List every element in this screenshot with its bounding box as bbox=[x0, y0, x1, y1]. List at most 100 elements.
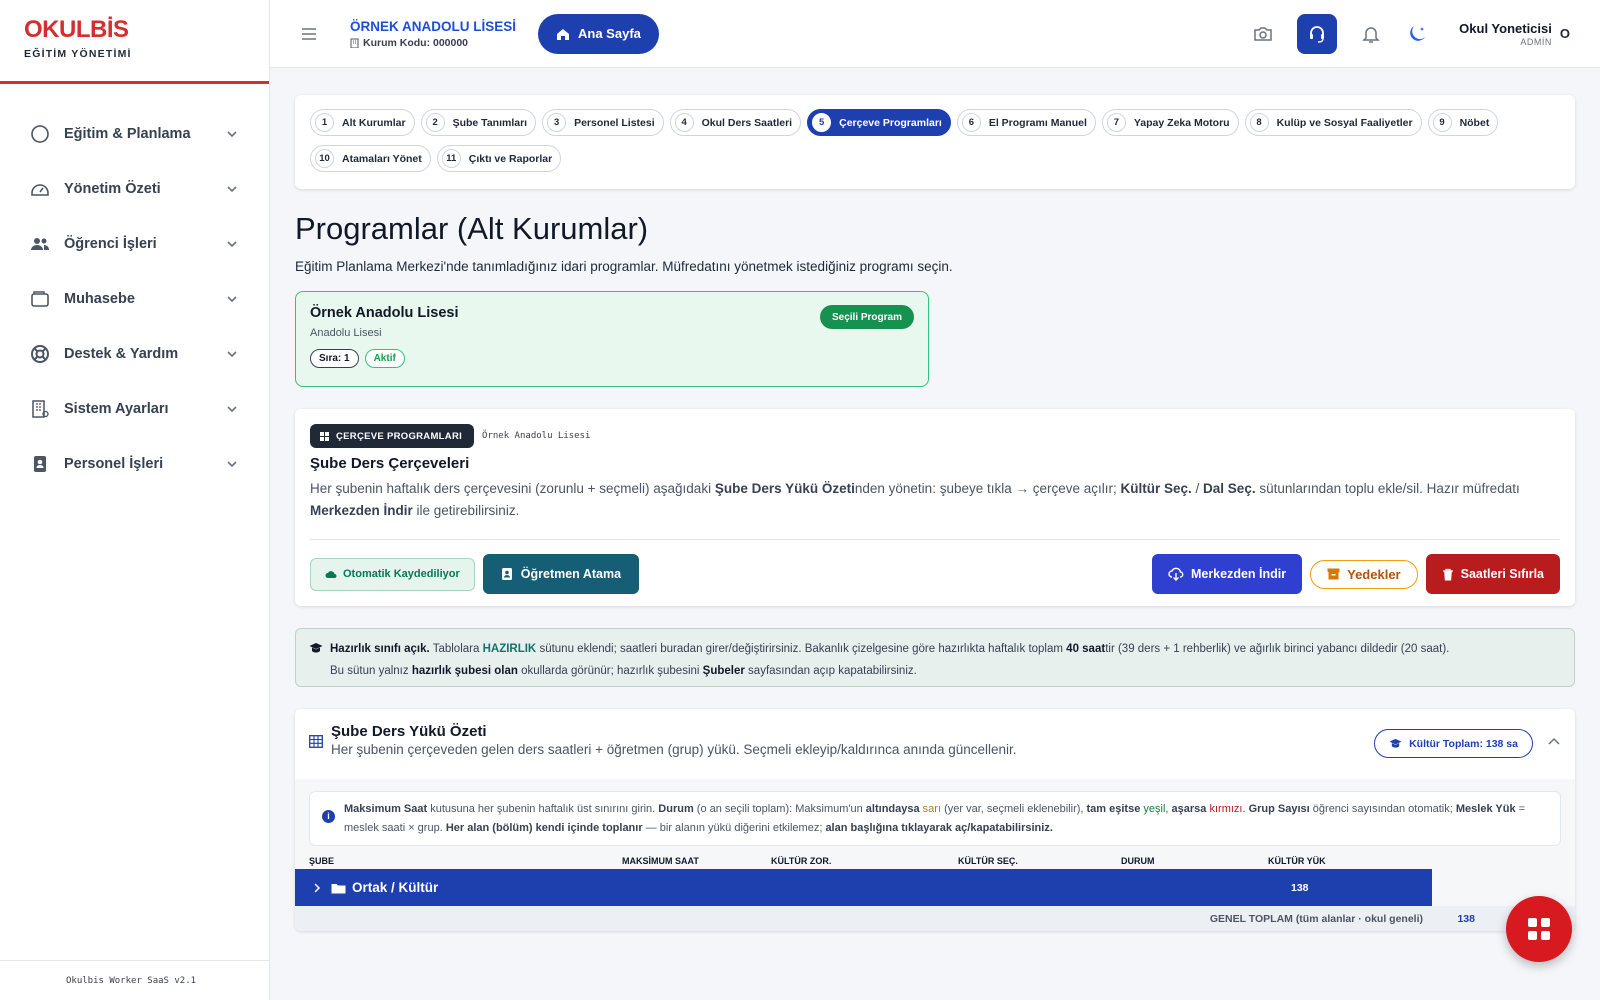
user-name: Okul Yoneticisi bbox=[1459, 20, 1552, 36]
step-label: Personel Listesi bbox=[574, 116, 655, 129]
autosave-status: Otomatik Kaydediliyor bbox=[310, 557, 475, 591]
camera-icon[interactable] bbox=[1251, 22, 1275, 46]
step-cikti-raporlar[interactable]: 11 Çıktı ve Raporlar bbox=[436, 145, 562, 172]
desc-bold: Dal Seç. bbox=[1203, 481, 1256, 496]
info-text: sütunu eklendi; saatleri buradan girer/d… bbox=[536, 643, 1067, 655]
wizard-steps: 1 Alt Kurumlar 2 Şube Tanımları 3 Personel … bbox=[295, 95, 1575, 189]
moon-icon[interactable] bbox=[1405, 22, 1429, 46]
graduation-cap-icon bbox=[1389, 738, 1402, 748]
avatar[interactable]: O bbox=[1560, 26, 1570, 41]
sidebar-item-label: Sistem Ayarları bbox=[64, 400, 169, 417]
sidebar: OKULBİS EĞİTİM YÖNETİMİ Eğitim & Planlam… bbox=[0, 0, 270, 1000]
step-el-programi-manuel[interactable]: 6 El Programı Manuel bbox=[956, 109, 1096, 136]
home-button[interactable]: Ana Sayfa bbox=[538, 13, 659, 54]
chevron-down-icon bbox=[227, 185, 237, 192]
step-alt-kurumlar[interactable]: 1 Alt Kurumlar bbox=[310, 109, 415, 136]
note-yellow: sarı bbox=[922, 803, 942, 815]
sidebar-item-sistem-ayarlari[interactable]: Sistem Ayarları bbox=[0, 381, 269, 436]
grid-icon bbox=[320, 431, 329, 441]
col-durum: DURUM bbox=[1121, 856, 1155, 866]
step-atamalari-yonet[interactable]: 10 Atamaları Yönet bbox=[310, 145, 431, 172]
branch-load-summary: Şube Ders Yükü Özeti Her şubenin çerçeve… bbox=[295, 709, 1575, 931]
info-highlight: HAZIRLIK bbox=[482, 643, 537, 655]
apps-menu-button[interactable] bbox=[1506, 896, 1572, 962]
headset-support-icon[interactable] bbox=[1297, 13, 1338, 54]
col-kultur-yuk: KÜLTÜR YÜK bbox=[1268, 856, 1326, 866]
teacher-assign-button[interactable]: Öğretmen Atama bbox=[482, 554, 640, 594]
load-title: Şube Ders Yükü Özeti bbox=[331, 723, 487, 740]
load-header-text: Şube Ders Yükü Özeti Her şubenin çerçeve… bbox=[331, 723, 1017, 757]
table-header: ŞUBE MAKSİMUM SAAT KÜLTÜR ZOR. KÜLTÜR SE… bbox=[295, 852, 1561, 870]
step-cerceve-programlari[interactable]: 5 Çerçeve Programları bbox=[807, 109, 951, 136]
info-icon: i bbox=[322, 810, 335, 823]
step-number: 7 bbox=[1106, 113, 1126, 132]
bell-icon[interactable] bbox=[1359, 22, 1383, 46]
cloud-download-icon bbox=[1168, 567, 1184, 581]
step-yapay-zeka-motoru[interactable]: 7 Yapay Zeka Motoru bbox=[1101, 109, 1239, 136]
step-nobet[interactable]: 9 Nöbet bbox=[1427, 109, 1499, 136]
cloud-icon bbox=[325, 571, 337, 578]
sidebar-item-egitim-planlama[interactable]: Eğitim & Planlama bbox=[0, 106, 269, 161]
folder-icon bbox=[331, 883, 346, 893]
step-label: Atamaları Yönet bbox=[342, 152, 422, 165]
header-actions: Okul Yoneticisi ADMİN O bbox=[1251, 13, 1570, 54]
reset-hours-button[interactable]: Saatleri Sıfırla bbox=[1425, 554, 1560, 594]
autosave-label: Otomatik Kaydediliyor bbox=[343, 568, 460, 580]
step-okul-ders-saatleri[interactable]: 4 Okul Ders Saatleri bbox=[669, 109, 802, 136]
archive-icon bbox=[1327, 568, 1340, 580]
info-bold: 40 saat bbox=[1066, 643, 1106, 655]
user-menu[interactable]: Okul Yoneticisi ADMİN bbox=[1459, 21, 1552, 47]
step-number: 8 bbox=[1249, 113, 1269, 132]
step-label: Nöbet bbox=[1459, 116, 1490, 129]
desc-text: Her şubenin haftalık ders çerçevesini (z… bbox=[310, 481, 715, 496]
sidebar-item-yonetim-ozeti[interactable]: Yönetim Özeti bbox=[0, 161, 269, 216]
info-bold: Şubeler bbox=[702, 665, 745, 677]
step-personel-listesi[interactable]: 3 Personel Listesi bbox=[542, 109, 664, 136]
frame-badge-label: ÇERÇEVE PROGRAMLARI bbox=[336, 430, 463, 442]
backups-button[interactable]: Yedekler bbox=[1310, 559, 1418, 589]
step-sube-tanimlari[interactable]: 2 Şube Tanımları bbox=[420, 109, 537, 136]
download-central-button[interactable]: Merkezden İndir bbox=[1151, 554, 1303, 594]
dashboard-gauge-icon bbox=[30, 179, 50, 199]
apps-grid-icon bbox=[1528, 918, 1550, 940]
step-number: 3 bbox=[547, 113, 567, 132]
brand[interactable]: OKULBİS EĞİTİM YÖNETİMİ bbox=[0, 0, 269, 84]
chevron-down-icon bbox=[227, 130, 237, 137]
frame-programs-card: ÇERÇEVE PROGRAMLARI Örnek Anadolu Lisesi… bbox=[295, 409, 1575, 606]
desc-text: sütunlarından toplu ekle/sil. Hazır müfr… bbox=[1255, 481, 1520, 496]
desc-bold: Şube Ders Yükü Özeti bbox=[714, 481, 855, 496]
prep-line-1: Hazırlık sınıfı açık. Tablolara HAZIRLIK… bbox=[330, 638, 1560, 660]
note-bold: Her alan (bölüm) kendi içinde toplanır bbox=[445, 822, 643, 834]
hamburger-menu-icon[interactable] bbox=[300, 27, 318, 41]
sidebar-item-personel-isleri[interactable]: Personel İşleri bbox=[0, 436, 269, 491]
building-small-icon bbox=[350, 38, 359, 48]
chevron-down-icon bbox=[227, 405, 237, 412]
sidebar-item-ogrenci-isleri[interactable]: Öğrenci İşleri bbox=[0, 216, 269, 271]
sidebar-item-muhasebe[interactable]: Muhasebe bbox=[0, 271, 269, 326]
trash-icon bbox=[1442, 568, 1453, 580]
group-name: Ortak / Kültür bbox=[352, 880, 439, 895]
prep-class-info: Hazırlık sınıfı açık. Tablolara HAZIRLIK… bbox=[295, 628, 1575, 687]
col-sube: ŞUBE bbox=[309, 856, 335, 866]
note-text: öğrenci sayısından otomatik; bbox=[1309, 803, 1456, 815]
note-bold: Grup Sayısı bbox=[1248, 803, 1310, 815]
step-label: Yapay Zeka Motoru bbox=[1133, 116, 1230, 129]
home-button-label: Ana Sayfa bbox=[578, 26, 641, 41]
backups-label: Yedekler bbox=[1347, 566, 1401, 582]
note-green: yeşil bbox=[1143, 803, 1166, 815]
order-tag: Sıra: 1 bbox=[310, 349, 359, 368]
note-bold: Maksimum Saat bbox=[344, 803, 428, 815]
group-row-ortak-kultur[interactable]: Ortak / Kültür 138 bbox=[295, 869, 1432, 906]
note-red: kırmızı bbox=[1209, 803, 1243, 815]
grand-total-row: GENEL TOPLAM (tüm alanlar · okul geneli)… bbox=[295, 906, 1575, 931]
frame-actions: Otomatik Kaydediliyor Öğretmen Atama Mer… bbox=[310, 554, 1560, 594]
step-label: Çerçeve Programları bbox=[839, 116, 942, 129]
load-description: Her şubenin çerçeveden gelen ders saatle… bbox=[331, 742, 1017, 757]
program-card[interactable]: Örnek Anadolu Lisesi Anadolu Lisesi Sıra… bbox=[295, 291, 929, 387]
step-label: Alt Kurumlar bbox=[342, 116, 406, 129]
id-badge-icon bbox=[30, 454, 50, 474]
step-kulup-sosyal[interactable]: 8 Kulüp ve Sosyal Faaliyetler bbox=[1244, 109, 1422, 136]
sidebar-item-destek-yardim[interactable]: Destek & Yardım bbox=[0, 326, 269, 381]
page-description: Eğitim Planlama Merkezi'nde tanımladığın… bbox=[295, 259, 953, 274]
chevron-up-icon[interactable] bbox=[1547, 736, 1561, 746]
